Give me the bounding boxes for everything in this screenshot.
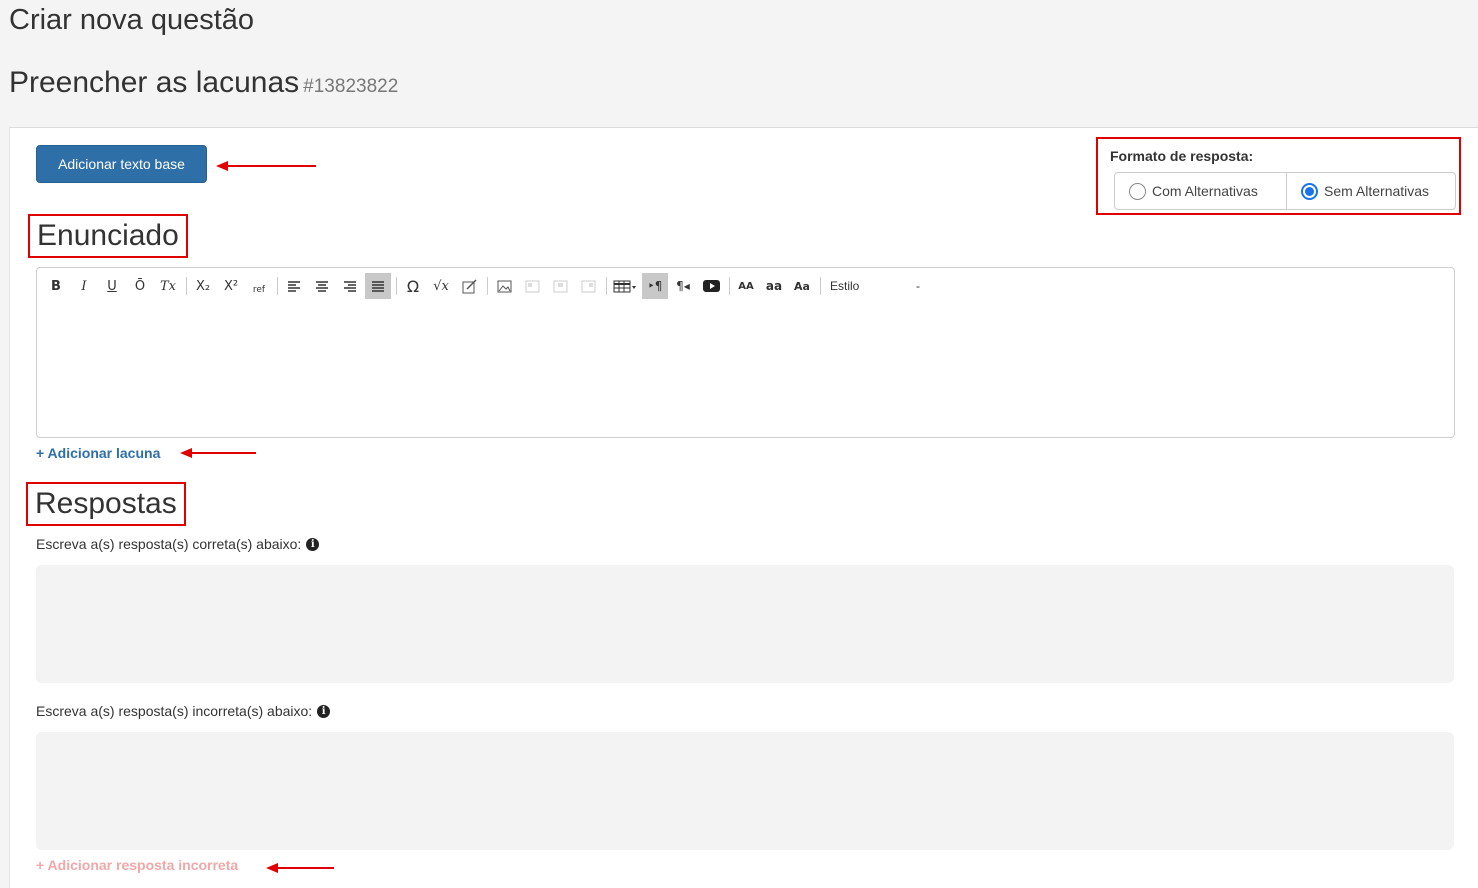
correct-answers-label: Escreva a(s) resposta(s) correta(s) abai…	[36, 536, 320, 552]
toolbar-separator	[487, 277, 488, 295]
add-gap-link[interactable]: + Adicionar lacuna	[36, 445, 160, 461]
image-right-icon[interactable]	[575, 273, 601, 299]
question-id: #13823822	[303, 76, 399, 97]
add-base-text-button[interactable]: Adicionar texto base	[36, 145, 207, 183]
omega-icon[interactable]: Ω	[400, 273, 426, 299]
radio-checked-icon	[1301, 182, 1318, 200]
annotation-arrow	[266, 863, 334, 873]
align-justify-icon[interactable]	[365, 273, 391, 299]
add-incorrect-label: Adicionar resposta incorreta	[47, 857, 239, 873]
align-left-icon[interactable]	[281, 273, 307, 299]
answers-heading: Respostas	[26, 482, 186, 526]
youtube-icon[interactable]	[698, 273, 724, 299]
style-dropdown-label: Estilo	[830, 279, 860, 293]
align-right-icon[interactable]	[337, 273, 363, 299]
correct-answers-text: Escreva a(s) resposta(s) correta(s) abai…	[36, 536, 302, 552]
toolbar-separator	[277, 277, 278, 295]
sqrt-icon[interactable]: √x	[428, 273, 454, 299]
response-format-box: Formato de resposta: Com Alternativas Se…	[1096, 137, 1461, 215]
subscript-button[interactable]: X₂	[190, 273, 216, 299]
statement-editor-area[interactable]	[37, 304, 1454, 437]
toolbar-separator	[186, 277, 187, 295]
page-title: Criar nova questão	[9, 4, 255, 36]
lowercase-icon[interactable]: aa	[761, 273, 787, 299]
editor-toolbar: B I U Ō Tx X₂ X² ref Ω √x ‣¶ ¶◂ AA aa Aa…	[43, 273, 926, 299]
correct-answers-area[interactable]	[36, 565, 1454, 683]
image-center-icon[interactable]	[547, 273, 573, 299]
incorrect-answers-text: Escreva a(s) resposta(s) incorreta(s) ab…	[36, 703, 313, 719]
capitalize-icon[interactable]: Aa	[789, 273, 815, 299]
toolbar-separator	[729, 277, 730, 295]
incorrect-answers-area[interactable]	[36, 732, 1454, 850]
statement-heading: Enunciado	[28, 214, 188, 258]
chevron-down-icon: -	[916, 279, 920, 293]
superscript-button[interactable]: X²	[218, 273, 244, 299]
edit-formula-icon[interactable]	[456, 273, 482, 299]
table-icon[interactable]	[610, 273, 640, 299]
image-left-icon[interactable]	[519, 273, 545, 299]
annotation-arrow	[180, 448, 256, 458]
incorrect-answers-label: Escreva a(s) resposta(s) incorreta(s) ab…	[36, 703, 331, 719]
radio-label: Com Alternativas	[1152, 183, 1258, 199]
add-gap-label: Adicionar lacuna	[47, 445, 161, 461]
radio-unchecked-icon	[1129, 182, 1146, 200]
toolbar-separator	[820, 277, 821, 295]
rtl-paragraph-icon[interactable]: ¶◂	[670, 273, 696, 299]
align-center-icon[interactable]	[309, 273, 335, 299]
radio-sem-alternativas[interactable]: Sem Alternativas	[1286, 173, 1443, 209]
add-incorrect-answer-link[interactable]: + Adicionar resposta incorreta	[36, 857, 238, 873]
overline-button[interactable]: Ō	[127, 273, 153, 299]
clear-format-button[interactable]: Tx	[155, 273, 181, 299]
plus-icon: +	[36, 857, 48, 873]
plus-icon: +	[36, 445, 48, 461]
underline-button[interactable]: U	[99, 273, 125, 299]
ltr-paragraph-icon[interactable]: ‣¶	[642, 273, 668, 299]
ref-button[interactable]: ref	[246, 273, 272, 299]
question-type-title: Preencher as lacunas #13823822	[9, 66, 398, 100]
response-format-radio-group: Com Alternativas Sem Alternativas	[1114, 172, 1456, 210]
radio-label: Sem Alternativas	[1324, 183, 1430, 199]
toolbar-separator	[606, 277, 607, 295]
response-format-label: Formato de resposta:	[1110, 148, 1254, 164]
annotation-arrow	[216, 161, 316, 171]
radio-com-alternativas[interactable]: Com Alternativas	[1115, 173, 1286, 209]
style-dropdown[interactable]: Estilo -	[824, 273, 926, 299]
toolbar-separator	[396, 277, 397, 295]
uppercase-icon[interactable]: AA	[733, 273, 759, 299]
bold-button[interactable]: B	[43, 273, 69, 299]
image-icon[interactable]	[491, 273, 517, 299]
info-icon[interactable]: i	[317, 704, 331, 718]
info-icon[interactable]: i	[306, 537, 320, 551]
statement-editor: B I U Ō Tx X₂ X² ref Ω √x ‣¶ ¶◂ AA aa Aa…	[36, 267, 1455, 438]
question-type-label: Preencher as lacunas	[9, 66, 300, 99]
italic-button[interactable]: I	[71, 273, 97, 299]
